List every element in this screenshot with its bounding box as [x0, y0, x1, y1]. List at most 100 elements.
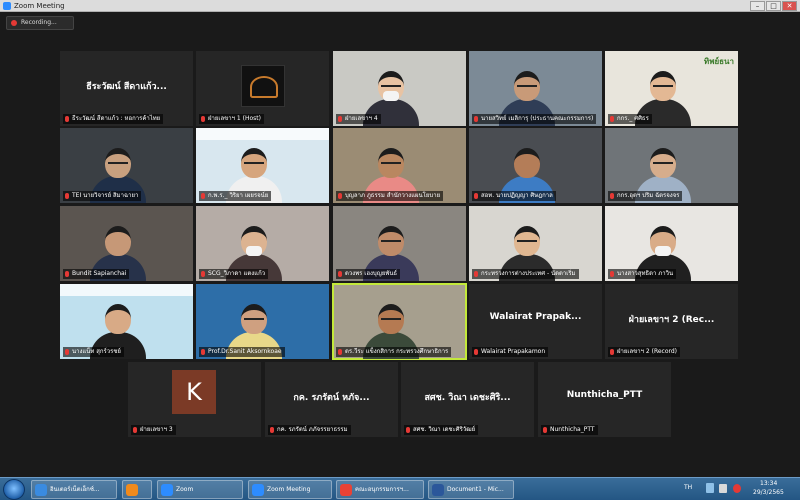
participant-name: สศช. วิณา เดชะศิริวัฒย์ — [413, 426, 476, 433]
windows-taskbar: อินเตอร์เน็ตเอ็กซ์... Zoom Zoom Meeting คณะ… — [0, 477, 800, 500]
participant-name: กกร.อุตฯ ปริม ฉัตรจงจร — [617, 192, 680, 199]
muted-mic-icon — [610, 193, 614, 199]
zoom-tray-icon[interactable] — [733, 484, 741, 493]
muted-mic-icon — [201, 349, 205, 355]
participant-tile[interactable]: ดร.วีระ แข็งกสิการ กระทรวงศึกษาธิการ — [332, 283, 467, 360]
participant-name: ฝ่ายเลขาฯ 2 (Record) — [617, 348, 678, 355]
participant-name-label: ดวงพร เฮงบุญยพันธ์ — [336, 269, 401, 279]
participant-name-label: ก.พ.ร._ วิริยา เผยรจน์ย — [199, 191, 272, 201]
participant-name: Nunthicha_PTT — [550, 426, 595, 433]
muted-mic-icon — [474, 193, 478, 199]
participant-tile[interactable]: ดวงพร เฮงบุญยพันธ์ — [333, 206, 466, 281]
participant-tile[interactable]: Bundit Sapianchai — [60, 206, 193, 281]
participant-name-label: ฝ่ายเลขาฯ 2 (Record) — [608, 347, 681, 357]
app-icon — [340, 484, 352, 496]
participant-tile[interactable]: K ฝ่ายเลขาฯ 3 — [128, 362, 261, 437]
volume-icon[interactable] — [719, 484, 727, 493]
participant-name: Walairat Prapakamon — [481, 348, 546, 355]
participant-name-label: Walairat Prapakamon — [472, 347, 549, 357]
face-mask — [383, 91, 399, 101]
participant-tile[interactable]: Prof.Dr.Sanit Aksornkoae — [196, 284, 329, 359]
minimize-button[interactable]: – — [750, 1, 765, 11]
taskbar-item-label: Document1 - Mic... — [447, 486, 504, 493]
taskbar-chrome-item[interactable]: คณะอนุกรรมการฯ... — [336, 480, 424, 499]
participant-tile[interactable]: ฝ่ายเลขาฯ 4 — [333, 51, 466, 126]
participant-name: สอท. นายปฏิญญา ศิษฎกาล — [481, 192, 553, 199]
muted-mic-icon — [201, 193, 205, 199]
muted-mic-icon — [406, 427, 410, 433]
participant-tile[interactable]: ธีระวัฒน์ สีดาแก้ว... ธีระวัฒน์ สีดาแก้ว … — [60, 51, 193, 126]
participant-tile[interactable]: ก.พ.ร._ วิริยา เผยรจน์ย — [196, 128, 329, 203]
taskbar-item-label: Zoom Meeting — [267, 486, 311, 493]
participant-display-name: สศช. วิณา เดชะศิริ... — [424, 393, 511, 403]
close-button[interactable]: ✕ — [782, 1, 797, 11]
participant-name-label: นางสาวสุทธิดา ภาวิน — [608, 269, 677, 279]
muted-mic-icon — [474, 116, 478, 122]
participant-tile[interactable]: Nunthicha_PTT Nunthicha_PTT — [538, 362, 671, 437]
participant-name: SCG_วิภาดา แตงแก้ว — [208, 270, 266, 277]
participant-tile[interactable]: สศช. วิณา เดชะศิริ... สศช. วิณา เดชะศิริว… — [401, 362, 534, 437]
participant-tile[interactable]: นางแน็ท สุกร์วรชย์ — [60, 284, 193, 359]
face-mask — [655, 246, 671, 256]
participant-display-name: Nunthicha_PTT — [566, 390, 643, 400]
avatar: K — [172, 370, 216, 414]
muted-mic-icon — [133, 427, 137, 433]
clock-time[interactable]: 13:34 — [760, 480, 777, 487]
muted-mic-icon — [338, 349, 342, 355]
app-icon — [432, 484, 444, 496]
company-logo: ทิพย์ธนา — [703, 57, 734, 66]
muted-mic-icon — [65, 349, 69, 355]
participant-tile[interactable]: กค. รภรัตน์ หภัจ... กค. รภรัตน์ ภภัจรรยาธ… — [265, 362, 398, 437]
glasses — [381, 85, 401, 89]
taskbar-zoom-meeting-item[interactable]: Zoom Meeting — [248, 480, 332, 499]
face-mask — [246, 246, 262, 256]
taskbar-media-item[interactable] — [122, 480, 152, 499]
muted-mic-icon — [65, 271, 69, 277]
participant-tile[interactable]: SCG_วิภาดา แตงแก้ว — [196, 206, 329, 281]
participant-name: ฝ่ายเลขาฯ 3 — [140, 426, 173, 433]
participant-name: ดร.วีระ แข็งกสิการ กระทรวงศึกษาธิการ — [345, 348, 449, 355]
background-banner — [196, 128, 329, 140]
taskbar-item-label: Zoom — [176, 486, 194, 493]
participant-name: นางสาวสุทธิดา ภาวิน — [617, 270, 674, 277]
app-icon — [126, 484, 138, 496]
participant-name-label: Prof.Dr.Sanit Aksornkoae — [199, 347, 285, 357]
participant-name-label: บุญลาภ ภูธรรม สำนักวางแผนโยบาย — [336, 191, 444, 201]
participant-name-label: ฝ่ายเลขาฯ 3 — [131, 425, 176, 435]
start-button[interactable] — [3, 479, 25, 500]
participant-name: ธีระวัฒน์ สีดาแก้ว : หอการค้าไทย — [72, 115, 161, 122]
participant-tile[interactable]: นางสาวสุทธิดา ภาวิน — [605, 206, 738, 281]
participant-tile[interactable]: สอท. นายปฏิญญา ศิษฎกาล — [469, 128, 602, 203]
muted-mic-icon — [474, 349, 478, 355]
participant-name: ก.พ.ร._ วิริยา เผยรจน์ย — [208, 192, 269, 199]
participant-tile[interactable]: นายสวิทย์ เมลิการุ (ประธานคณะกรรมการ) — [469, 51, 602, 126]
participant-name-label: ฝ่ายเลขาฯ 4 — [336, 114, 381, 124]
maximize-button[interactable]: □ — [766, 1, 781, 11]
muted-mic-icon — [65, 193, 69, 199]
participant-tile[interactable]: กระทรวงการต่างประเทศ - นัดดาเริ่ม — [469, 206, 602, 281]
head — [105, 304, 131, 334]
muted-mic-icon — [610, 271, 614, 277]
muted-mic-icon — [474, 271, 478, 277]
participant-name-label: สอท. นายปฏิญญา ศิษฎกาล — [472, 191, 556, 201]
clock-date[interactable]: 29/3/2565 — [753, 489, 784, 496]
participant-tile[interactable]: ฝ่ายเลขาฯ 1 (Host) — [196, 51, 329, 126]
muted-mic-icon — [338, 193, 342, 199]
participant-tile[interactable]: บุญลาภ ภูธรรม สำนักวางแผนโยบาย — [333, 128, 466, 203]
language-indicator[interactable]: TH — [684, 484, 692, 491]
participant-tile[interactable]: Walairat Prapak... Walairat Prapakamon — [469, 284, 602, 359]
participant-display-name: Walairat Prapak... — [489, 312, 582, 322]
participant-tile[interactable]: TEI นายวิจารย์ สิมาฉายา — [60, 128, 193, 203]
participant-tile[interactable]: ฝ่ายเลขาฯ 2 (Rec... ฝ่ายเลขาฯ 2 (Record) — [605, 284, 738, 359]
participant-tile[interactable]: กกร.อุตฯ ปริม ฉัตรจงจร — [605, 128, 738, 203]
glasses — [653, 85, 673, 89]
app-icon — [161, 484, 173, 496]
network-icon[interactable] — [706, 483, 714, 493]
taskbar-browser-item[interactable]: อินเตอร์เน็ตเอ็กซ์... — [31, 480, 117, 499]
muted-mic-icon — [201, 116, 205, 122]
participant-tile[interactable]: ทิพย์ธนา กกร._ ศศิธร — [605, 51, 738, 126]
taskbar-word-item[interactable]: Document1 - Mic... — [428, 480, 514, 499]
recording-indicator[interactable]: Recording... — [6, 16, 74, 30]
muted-mic-icon — [338, 116, 342, 122]
taskbar-zoom-item[interactable]: Zoom — [157, 480, 243, 499]
